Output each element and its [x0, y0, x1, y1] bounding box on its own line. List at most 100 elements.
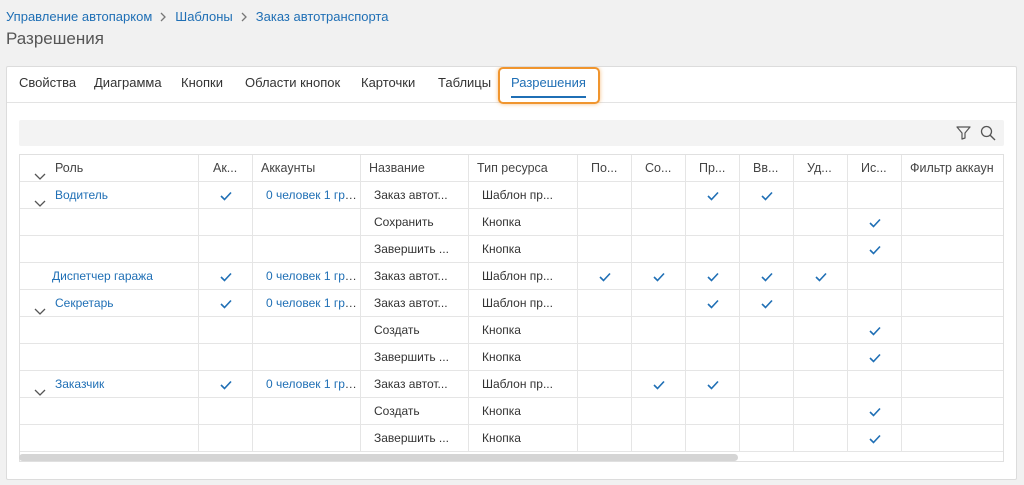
permission-cell[interactable]	[794, 209, 848, 236]
permission-cell[interactable]	[686, 263, 740, 290]
permission-cell[interactable]	[740, 263, 794, 290]
permission-cell[interactable]	[794, 290, 848, 317]
column-header[interactable]: Роль	[20, 155, 199, 182]
permission-cell[interactable]	[740, 371, 794, 398]
permission-cell[interactable]	[578, 263, 632, 290]
tab-cards[interactable]: Карточки	[361, 75, 415, 90]
permission-cell[interactable]	[740, 290, 794, 317]
tab-permissions[interactable]: Разрешения	[511, 75, 586, 98]
filter-icon[interactable]	[954, 124, 972, 142]
check-icon	[868, 218, 881, 228]
permission-cell[interactable]	[848, 263, 902, 290]
permission-cell[interactable]	[794, 398, 848, 425]
column-header[interactable]: Тип ресурса	[469, 155, 578, 182]
permission-cell[interactable]	[740, 317, 794, 344]
permission-cell[interactable]	[794, 425, 848, 452]
permission-cell[interactable]	[686, 425, 740, 452]
permission-cell[interactable]	[794, 182, 848, 209]
permission-cell[interactable]	[848, 398, 902, 425]
accounts-cell: 0 человек 1 групп	[253, 182, 361, 209]
permission-cell[interactable]	[848, 317, 902, 344]
horizontal-scrollbar[interactable]	[19, 454, 738, 461]
permission-cell[interactable]	[686, 398, 740, 425]
permission-cell[interactable]	[632, 290, 686, 317]
permission-cell[interactable]	[740, 398, 794, 425]
permission-cell[interactable]	[632, 398, 686, 425]
permission-cell[interactable]	[848, 236, 902, 263]
permission-cell[interactable]	[848, 182, 902, 209]
permission-cell[interactable]	[794, 317, 848, 344]
permission-cell[interactable]	[578, 236, 632, 263]
permission-cell[interactable]	[632, 371, 686, 398]
permission-cell[interactable]	[740, 209, 794, 236]
permission-cell[interactable]	[686, 209, 740, 236]
column-header[interactable]: Пр...	[686, 155, 740, 182]
permission-cell[interactable]	[578, 209, 632, 236]
permission-cell[interactable]	[848, 290, 902, 317]
permission-cell[interactable]	[632, 425, 686, 452]
permission-cell[interactable]	[686, 344, 740, 371]
permission-cell[interactable]	[794, 344, 848, 371]
chevron-down-icon[interactable]	[34, 191, 46, 207]
column-header[interactable]: Ак...	[199, 155, 253, 182]
permission-cell[interactable]	[578, 290, 632, 317]
permission-cell[interactable]	[794, 371, 848, 398]
column-header[interactable]: Вв...	[740, 155, 794, 182]
permission-cell[interactable]	[632, 317, 686, 344]
permission-cell[interactable]	[740, 344, 794, 371]
column-header[interactable]: Фильтр аккаун	[902, 155, 1003, 182]
role-link[interactable]: Диспетчер гаража	[52, 269, 153, 283]
column-header[interactable]: Со...	[632, 155, 686, 182]
tab-properties[interactable]: Свойства	[19, 75, 76, 90]
permission-cell[interactable]	[794, 236, 848, 263]
search-icon[interactable]	[979, 124, 997, 142]
chevron-down-icon[interactable]	[34, 299, 46, 315]
permission-cell[interactable]	[632, 344, 686, 371]
permission-cell[interactable]	[578, 317, 632, 344]
permission-cell[interactable]	[740, 425, 794, 452]
permission-cell[interactable]	[686, 317, 740, 344]
table-row: Создать Кнопка	[20, 398, 1003, 425]
role-link[interactable]: Секретарь	[55, 296, 114, 310]
role-link[interactable]: Заказчик	[55, 377, 104, 391]
column-header[interactable]: Аккаунты	[253, 155, 361, 182]
permission-cell[interactable]	[578, 398, 632, 425]
breadcrumb-item-order[interactable]: Заказ автотранспорта	[256, 9, 389, 24]
accounts-link[interactable]: 0 человек 1 групп	[266, 377, 360, 391]
permission-cell[interactable]	[632, 182, 686, 209]
permission-cell[interactable]	[848, 371, 902, 398]
accounts-link[interactable]: 0 человек 1 групп	[266, 188, 360, 202]
tab-tables[interactable]: Таблицы	[438, 75, 491, 90]
permission-cell[interactable]	[848, 209, 902, 236]
column-header[interactable]: Название	[361, 155, 469, 182]
column-header[interactable]: Уд...	[794, 155, 848, 182]
column-header[interactable]: По...	[578, 155, 632, 182]
permission-cell[interactable]	[632, 236, 686, 263]
tab-buttons[interactable]: Кнопки	[181, 75, 223, 90]
permission-cell[interactable]	[686, 182, 740, 209]
breadcrumb-item-fleet[interactable]: Управление автопарком	[6, 9, 152, 24]
permission-cell[interactable]	[740, 236, 794, 263]
accounts-link[interactable]: 0 человек 1 групп	[266, 269, 360, 283]
role-link[interactable]: Водитель	[55, 188, 108, 202]
chevron-down-icon[interactable]	[34, 380, 46, 396]
permission-cell[interactable]	[578, 425, 632, 452]
permission-cell[interactable]	[794, 263, 848, 290]
permission-cell[interactable]	[686, 290, 740, 317]
permission-cell[interactable]	[578, 371, 632, 398]
accounts-link[interactable]: 0 человек 1 групп	[266, 296, 360, 310]
permission-cell[interactable]	[686, 371, 740, 398]
breadcrumb-item-templates[interactable]: Шаблоны	[175, 9, 233, 24]
permission-cell[interactable]	[632, 209, 686, 236]
permission-cell[interactable]	[578, 182, 632, 209]
tab-diagram[interactable]: Диаграмма	[94, 75, 162, 90]
permission-cell[interactable]	[848, 344, 902, 371]
permission-cell[interactable]	[578, 344, 632, 371]
permission-cell[interactable]	[848, 425, 902, 452]
permission-cell[interactable]	[740, 182, 794, 209]
permission-cell[interactable]	[686, 236, 740, 263]
permission-cell[interactable]	[632, 263, 686, 290]
chevron-down-icon[interactable]	[34, 164, 46, 180]
tab-button-areas[interactable]: Области кнопок	[245, 75, 340, 90]
column-header[interactable]: Ис...	[848, 155, 902, 182]
